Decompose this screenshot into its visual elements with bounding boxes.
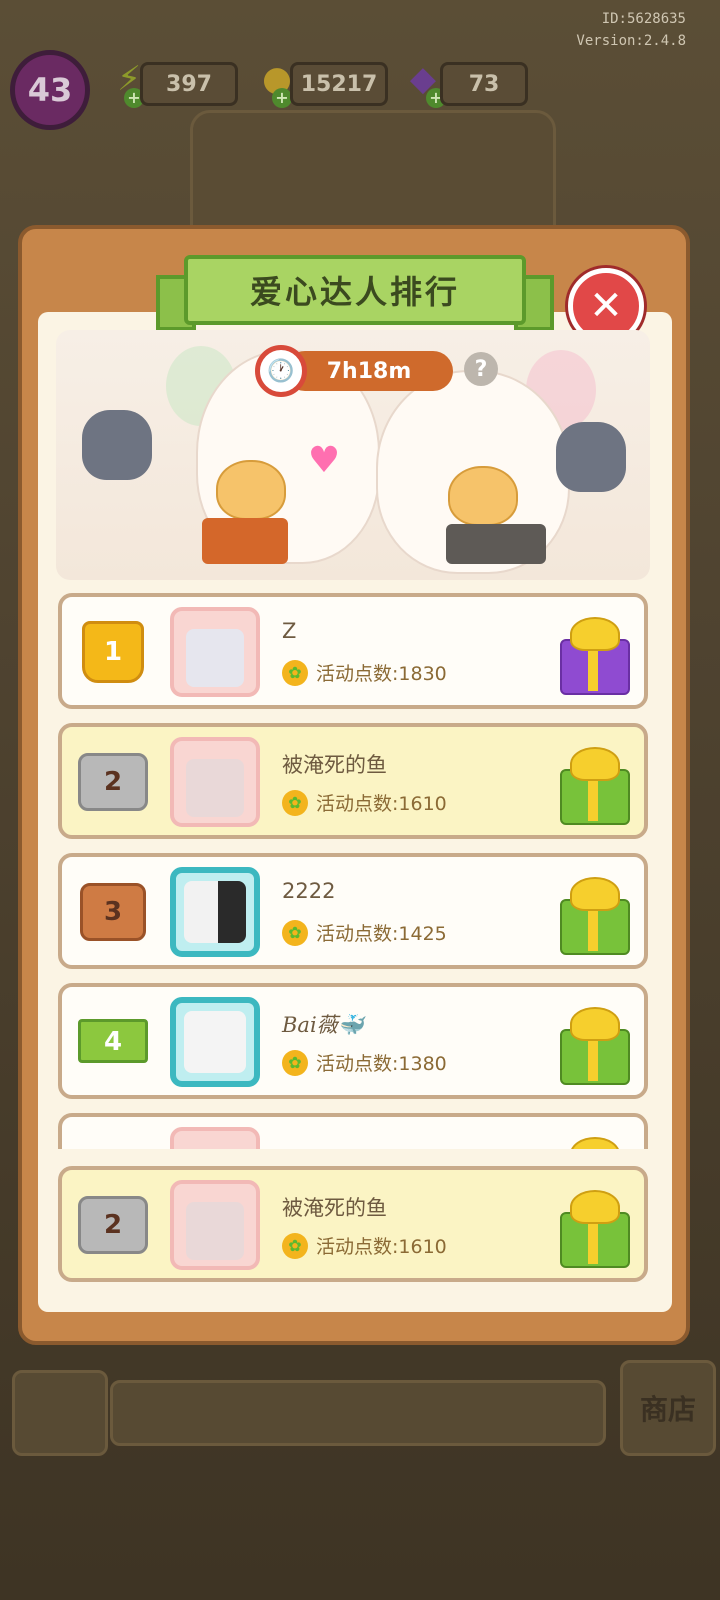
grey-cat-right bbox=[556, 422, 626, 492]
purple-gift-icon[interactable] bbox=[556, 613, 630, 695]
green-gift-icon[interactable] bbox=[556, 743, 630, 825]
green-gift-icon[interactable] bbox=[556, 873, 630, 955]
avatar[interactable] bbox=[170, 607, 260, 697]
heart-icon: ♥ bbox=[307, 440, 341, 481]
player-name: Bai薇🐳 bbox=[282, 1013, 364, 1037]
ranking-row[interactable]: 4 Bai薇🐳 ✿ 活动点数:1380 bbox=[58, 983, 648, 1099]
player-name: 被淹死的鱼 bbox=[282, 1196, 387, 1220]
question-icon: ? bbox=[474, 356, 488, 382]
orange-kitten-right bbox=[448, 466, 518, 526]
avatar-image bbox=[184, 881, 246, 943]
bronze-rank-badge: 3 bbox=[76, 877, 150, 947]
version-text: Version:2.4.8 bbox=[576, 33, 686, 49]
add-coins-button[interactable]: + bbox=[272, 88, 292, 108]
activity-points: ✿ 活动点数:1610 bbox=[282, 1232, 447, 1259]
title-ribbon: 爱心达人排行 bbox=[156, 255, 554, 333]
avatar-image bbox=[186, 759, 244, 817]
avatar[interactable] bbox=[170, 867, 260, 957]
build-info: ID:5628635 Version:2.4.8 bbox=[576, 8, 686, 52]
avatar[interactable] bbox=[170, 1127, 260, 1149]
green-rank-badge: 4 bbox=[76, 1007, 150, 1077]
coin-counter: 15217 bbox=[290, 62, 388, 106]
avatar[interactable] bbox=[170, 737, 260, 827]
activity-points: ✿ 活动点数:1380 bbox=[282, 1049, 447, 1076]
ranking-row[interactable]: 1 Z ✿ 活动点数:1830 bbox=[58, 593, 648, 709]
ranking-row[interactable]: 3 2222 ✿ 活动点数:1425 bbox=[58, 853, 648, 969]
background-bottom-button-left bbox=[12, 1370, 108, 1456]
orange-present-box bbox=[202, 518, 288, 564]
silver-rank-badge: 2 bbox=[76, 747, 150, 817]
player-name: 被淹死的鱼 bbox=[282, 753, 387, 777]
gem-counter: 73 bbox=[440, 62, 528, 106]
avatar-image bbox=[184, 1011, 246, 1073]
activity-points: ✿ 活动点数:1425 bbox=[282, 919, 447, 946]
ranking-row[interactable]: 2 被淹死的鱼 ✿ 活动点数:1610 bbox=[58, 723, 648, 839]
green-gift-icon[interactable] bbox=[556, 1133, 630, 1149]
timer-label: 7h18m bbox=[285, 351, 453, 391]
close-icon: ✕ bbox=[589, 283, 623, 329]
flower-icon: ✿ bbox=[282, 1049, 308, 1076]
my-ranking-row[interactable]: 2 被淹死的鱼 ✿ 活动点数:1610 bbox=[58, 1166, 648, 1282]
help-button[interactable]: ? bbox=[464, 352, 498, 386]
avatar[interactable] bbox=[170, 997, 260, 1087]
grey-cat-left bbox=[82, 410, 152, 480]
flower-icon: ✿ bbox=[282, 789, 308, 816]
player-level-badge[interactable]: 43 bbox=[10, 50, 90, 130]
clock-icon: 🕐 bbox=[255, 345, 307, 397]
flower-icon: ✿ bbox=[282, 919, 308, 946]
green-gift-icon[interactable] bbox=[556, 1186, 630, 1268]
silver-rank-badge: 2 bbox=[76, 1190, 150, 1260]
player-id: ID:5628635 bbox=[601, 11, 686, 27]
orange-kitten-left bbox=[216, 460, 286, 520]
green-rank-badge bbox=[76, 1137, 150, 1149]
gold-crown-rank-badge: 1 bbox=[76, 617, 150, 687]
activity-points: ✿ 活动点数:1610 bbox=[282, 789, 447, 816]
green-gift-icon[interactable] bbox=[556, 1003, 630, 1085]
dialog-title: 爱心达人排行 bbox=[184, 255, 526, 325]
background-bottom-bar bbox=[110, 1380, 606, 1446]
activity-points: ✿ 活动点数:1830 bbox=[282, 659, 447, 686]
avatar-image bbox=[186, 1202, 244, 1260]
avatar[interactable] bbox=[170, 1180, 260, 1270]
flower-icon: ✿ bbox=[282, 1232, 308, 1259]
player-name: 2222 bbox=[282, 879, 336, 903]
background-shop-button: 商店 bbox=[620, 1360, 716, 1456]
player-name: Z bbox=[282, 619, 297, 643]
grey-present-box bbox=[446, 524, 546, 564]
flower-icon: ✿ bbox=[282, 659, 308, 686]
player-level: 43 bbox=[27, 71, 73, 109]
event-timer: 7h18m 🕐 bbox=[255, 345, 453, 397]
avatar-image bbox=[186, 629, 244, 687]
energy-counter: 397 bbox=[140, 62, 238, 106]
ranking-list[interactable]: 1 Z ✿ 活动点数:1830 2 被淹死的鱼 ✿ 活动点数:1610 3 2222… bbox=[58, 593, 648, 1149]
ranking-row-partial[interactable] bbox=[58, 1113, 648, 1149]
